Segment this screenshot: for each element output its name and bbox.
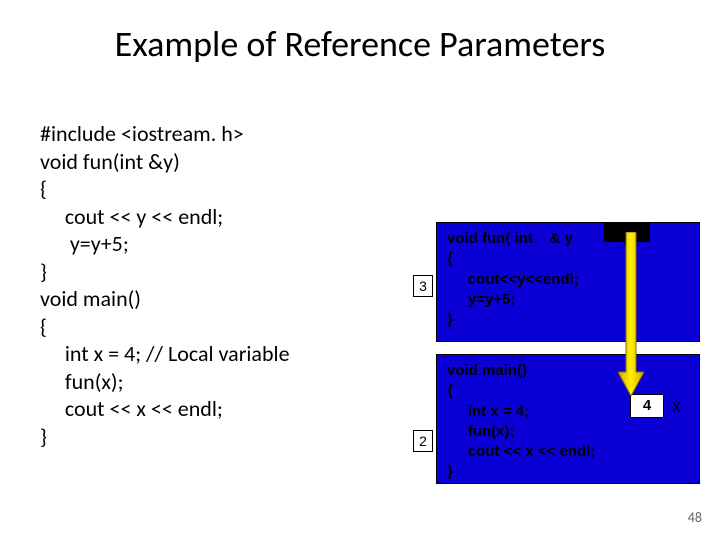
fun-box-code: void fun( int & y ) { cout<<y<<endl; y=y… (437, 223, 699, 336)
step-label-2: 2 (413, 430, 433, 452)
slide-title: Example of Reference Parameters (0, 22, 720, 66)
reference-arrow-icon (618, 232, 644, 396)
variable-label-x: x (672, 396, 681, 417)
main-box: void main() { int x = 4; fun(x); cout <<… (436, 354, 700, 484)
main-box-code: void main() { int x = 4; fun(x); cout <<… (437, 355, 699, 489)
step-label-3: 3 (413, 275, 433, 297)
value-box-x: 4 (630, 394, 664, 418)
page-number: 48 (688, 509, 702, 526)
fun-box: void fun( int & y ) { cout<<y<<endl; y=y… (436, 222, 700, 342)
code-listing-main: #include <iostream. h> void fun(int &y) … (40, 120, 290, 450)
